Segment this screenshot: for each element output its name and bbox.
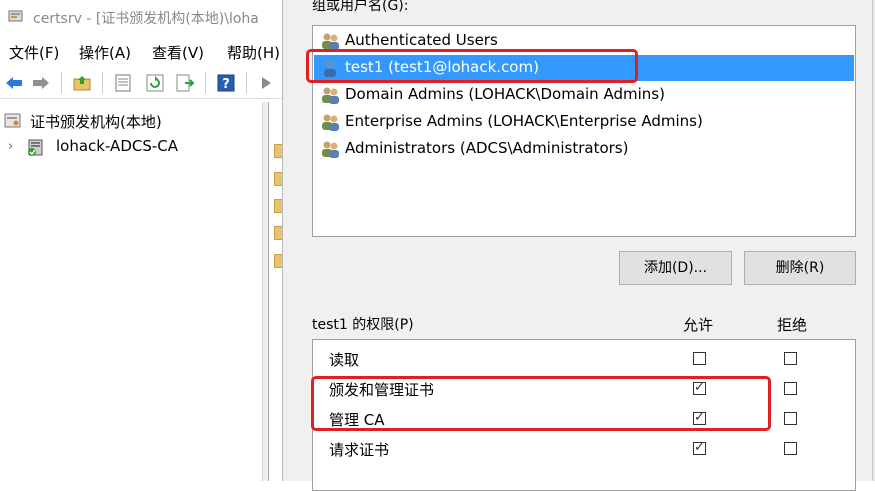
help-icon[interactable]: ? xyxy=(216,73,236,93)
deny-column-header: 拒绝 xyxy=(777,316,808,334)
menu-view[interactable]: 查看(V) xyxy=(152,42,204,63)
console-tree: 证书颁发机构(本地) › lohack-ADCS-CA xyxy=(0,102,263,481)
user-row-administrators[interactable]: Administrators (ADCS\Administrators) xyxy=(314,136,854,162)
permission-name: 读取 xyxy=(329,351,360,369)
mmc-window: certsrv - [证书颁发机构(本地)\loha 文件(F) 操作(A) 查… xyxy=(0,0,285,481)
ca-server-check-icon xyxy=(28,139,43,156)
highlight-box-permissions xyxy=(311,376,771,431)
toolbar-separator xyxy=(205,72,206,94)
add-button[interactable]: 添加(D)... xyxy=(619,251,732,285)
play-icon[interactable] xyxy=(256,73,276,93)
group-icon xyxy=(322,141,339,158)
toolbar-separator xyxy=(246,72,247,94)
permissions-label: test1 的权限(P) xyxy=(312,317,414,333)
user-row-enterprise-admins[interactable]: Enterprise Admins (LOHACK\Enterprise Adm… xyxy=(314,109,854,135)
properties-icon[interactable] xyxy=(113,73,133,93)
deny-manage-ca-checkbox[interactable] xyxy=(784,412,797,425)
window-title: certsrv - [证书颁发机构(本地)\loha xyxy=(33,11,259,27)
chevron-right-icon[interactable]: › xyxy=(8,139,13,154)
toolbar-separator xyxy=(61,72,62,94)
up-folder-icon[interactable] xyxy=(72,73,92,93)
mmc-titlebar: certsrv - [证书颁发机构(本地)\loha xyxy=(0,0,282,34)
user-row-domain-admins[interactable]: Domain Admins (LOHACK\Domain Admins) xyxy=(314,82,854,108)
export-list-icon[interactable] xyxy=(175,73,195,93)
permission-row-request-cert: 请求证书 ✓ xyxy=(313,434,855,464)
result-pane xyxy=(268,102,285,481)
forward-arrow-icon[interactable] xyxy=(31,73,51,93)
tree-node-label: lohack-ADCS-CA xyxy=(56,137,179,155)
group-icon xyxy=(322,33,339,50)
user-name: Authenticated Users xyxy=(345,31,498,49)
group-icon xyxy=(322,87,339,104)
allow-request-cert-checkbox[interactable]: ✓ xyxy=(693,440,706,455)
permission-row-read: 读取 xyxy=(313,344,855,374)
toolbar-separator xyxy=(102,72,103,94)
menu-help[interactable]: 帮助(H) xyxy=(227,42,280,63)
back-arrow-icon[interactable] xyxy=(4,73,24,93)
toolbar: ? xyxy=(0,68,282,99)
certificate-authority-icon xyxy=(4,113,21,128)
group-or-user-names-label: 组或用户名(G): xyxy=(312,0,409,14)
highlight-box-user xyxy=(306,49,638,83)
svg-text:?: ? xyxy=(222,77,230,92)
menu-action[interactable]: 操作(A) xyxy=(79,42,131,63)
refresh-icon[interactable] xyxy=(145,73,165,93)
certsrv-app-icon xyxy=(8,10,23,22)
menubar: 文件(F) 操作(A) 查看(V) 帮助(H) xyxy=(0,38,282,66)
deny-read-checkbox[interactable] xyxy=(784,352,797,365)
user-name: Enterprise Admins (LOHACK\Enterprise Adm… xyxy=(345,112,703,130)
deny-request-cert-checkbox[interactable] xyxy=(784,442,797,455)
checkmark-icon: ✓ xyxy=(694,440,705,455)
permission-name: 请求证书 xyxy=(329,441,390,459)
user-name: Domain Admins (LOHACK\Domain Admins) xyxy=(345,85,665,103)
user-name: Administrators (ADCS\Administrators) xyxy=(345,139,629,157)
deny-issue-manage-checkbox[interactable] xyxy=(784,382,797,395)
remove-button[interactable]: 删除(R) xyxy=(744,251,856,285)
group-icon xyxy=(322,114,339,131)
menu-file[interactable]: 文件(F) xyxy=(9,42,59,63)
allow-read-checkbox[interactable] xyxy=(693,352,706,365)
allow-column-header: 允许 xyxy=(683,316,714,334)
tree-node-label: 证书颁发机构(本地) xyxy=(30,113,162,131)
